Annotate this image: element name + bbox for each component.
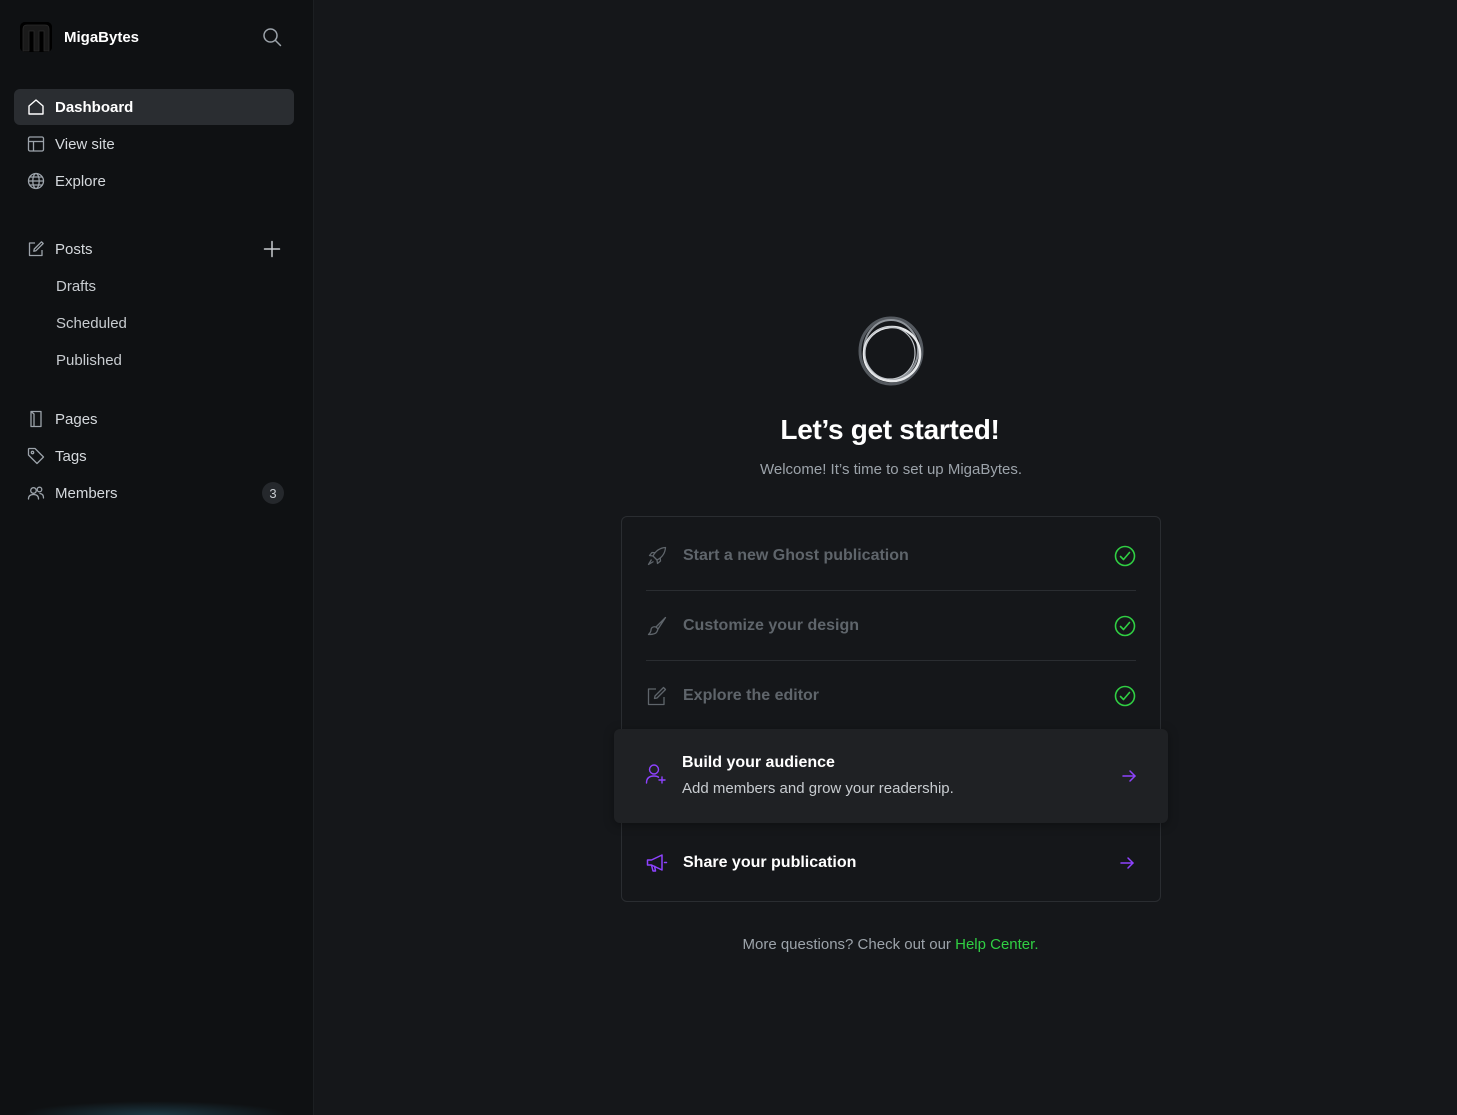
step-label: Build your audience <box>682 754 835 771</box>
check-circle-icon <box>1114 685 1136 707</box>
brand[interactable]: MigaBytes <box>20 22 139 52</box>
onboarding-checklist: Start a new Ghost publication Customize … <box>621 516 1161 902</box>
step-description: Add members and grow your readership. <box>682 780 954 797</box>
step-label: Share your publication <box>683 854 857 871</box>
help-footer: More questions? Check out our Help Cente… <box>314 936 1457 953</box>
sidebar-item-label: View site <box>55 135 115 153</box>
brush-icon <box>646 615 668 637</box>
step-build-audience[interactable]: Build your audience Add members and grow… <box>614 729 1168 823</box>
sidebar-glow <box>20 1101 290 1115</box>
step-share-publication[interactable]: Share your publication <box>646 833 1136 893</box>
sidebar-item-label: Drafts <box>56 277 97 295</box>
sidebar-item-posts[interactable]: Posts <box>14 231 294 267</box>
sidebar: MigaBytes Dashboard View site Explore Po… <box>0 0 314 1115</box>
check-circle-icon <box>1114 615 1136 637</box>
step-label: Explore the editor <box>683 687 820 704</box>
arrow-right-icon <box>1120 767 1138 785</box>
megaphone-icon <box>646 852 668 874</box>
step-explore-editor[interactable]: Explore the editor <box>646 661 1136 731</box>
layout-icon <box>27 135 45 153</box>
sidebar-item-label: Published <box>56 351 122 369</box>
check-circle-icon <box>1114 545 1136 567</box>
help-center-link[interactable]: Help Center. <box>955 936 1038 953</box>
page-title: Let’s get started! <box>780 414 1000 445</box>
sidebar-item-explore[interactable]: Explore <box>14 163 294 199</box>
step-label: Customize your design <box>683 617 860 634</box>
page-icon <box>27 410 45 428</box>
step-label: Start a new Ghost publication <box>683 547 909 564</box>
help-footer-text: More questions? Check out our <box>742 936 956 953</box>
sidebar-item-label: Explore <box>55 172 106 190</box>
arrow-right-icon <box>1118 854 1136 872</box>
sidebar-item-published[interactable]: Published <box>14 342 294 378</box>
edit-icon <box>27 240 45 258</box>
step-customize-design[interactable]: Customize your design <box>646 591 1136 661</box>
edit-icon <box>646 685 668 707</box>
main-content: Let’s get started! Welcome! It’s time to… <box>314 0 1457 1115</box>
members-count-badge: 3 <box>262 482 284 504</box>
sidebar-item-label: Pages <box>55 410 98 428</box>
sidebar-item-label: Dashboard <box>55 98 134 116</box>
brand-name: MigaBytes <box>64 28 140 46</box>
home-icon <box>27 98 45 116</box>
sidebar-item-tags[interactable]: Tags <box>14 438 294 474</box>
user-add-icon <box>645 763 667 785</box>
sidebar-item-label: Posts <box>55 240 93 258</box>
rocket-icon <box>646 545 668 567</box>
globe-icon <box>27 172 45 190</box>
sidebar-item-label: Tags <box>55 447 87 465</box>
sidebar-item-scheduled[interactable]: Scheduled <box>14 305 294 341</box>
sidebar-item-view-site[interactable]: View site <box>14 126 294 162</box>
search-button[interactable] <box>260 25 284 49</box>
tag-icon <box>27 447 45 465</box>
sidebar-item-pages[interactable]: Pages <box>14 401 294 437</box>
sidebar-item-drafts[interactable]: Drafts <box>14 268 294 304</box>
members-icon <box>27 484 45 502</box>
ghost-ring-icon <box>856 314 926 388</box>
sidebar-item-label: Scheduled <box>56 314 127 332</box>
page-subtitle: Welcome! It’s time to set up MigaBytes. <box>759 461 1023 478</box>
sidebar-item-members[interactable]: Members 3 <box>14 475 294 511</box>
plus-icon <box>263 240 281 258</box>
new-post-button[interactable] <box>262 239 282 259</box>
sidebar-item-dashboard[interactable]: Dashboard <box>14 89 294 125</box>
sidebar-item-label: Members <box>55 484 118 502</box>
search-icon <box>263 28 282 47</box>
step-start-publication[interactable]: Start a new Ghost publication <box>646 521 1136 591</box>
brand-logo <box>20 22 52 52</box>
